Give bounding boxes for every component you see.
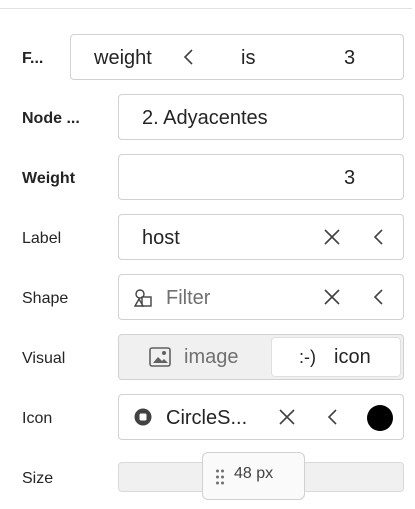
chevron-left-icon[interactable] [372, 227, 386, 247]
clear-icon[interactable] [322, 227, 342, 247]
icon-dropdown[interactable]: CircleS... [118, 394, 404, 440]
filter-value[interactable]: 3 [344, 46, 355, 70]
size-value: 48 px [234, 465, 274, 482]
visual-segmented-control[interactable]: image :-) icon [118, 334, 404, 380]
chevron-left-icon[interactable] [372, 287, 386, 307]
node-value: 2. Adyacentes [142, 107, 268, 129]
label-value: host [142, 227, 180, 249]
size-label: Size [22, 470, 54, 487]
circle-stop-icon [134, 408, 152, 426]
label-dropdown[interactable]: host [118, 214, 404, 260]
chevron-left-icon[interactable] [182, 47, 196, 67]
color-swatch[interactable] [367, 405, 393, 431]
weight-value: 3 [344, 167, 356, 189]
visual-option-icon-label: icon [334, 346, 371, 368]
weight-field[interactable]: 3 [118, 154, 404, 200]
smiley-icon: :-) [299, 347, 316, 367]
clear-icon[interactable] [322, 287, 342, 307]
top-divider [0, 8, 412, 9]
chevron-left-icon[interactable] [326, 407, 340, 427]
visual-label: Visual [22, 350, 66, 367]
shape-dropdown[interactable]: Filter [118, 274, 404, 320]
icon-value: CircleS... [166, 407, 248, 429]
shapes-icon [133, 288, 153, 308]
shape-placeholder: Filter [166, 287, 211, 309]
filter-field[interactable]: weight [94, 46, 152, 70]
filter-box[interactable]: weight is 3 [70, 34, 404, 80]
weight-label: Weight [22, 170, 76, 187]
filter-label: F... [22, 50, 44, 67]
node-field[interactable]: 2. Adyacentes [118, 94, 404, 140]
node-label: Node ... [22, 110, 80, 127]
clear-icon[interactable] [277, 407, 297, 427]
visual-option-icon[interactable]: :-) icon [271, 337, 401, 377]
visual-option-image-label: image [184, 346, 239, 368]
shape-label: Shape [22, 290, 69, 307]
filter-operator[interactable]: is [241, 46, 255, 70]
image-icon [149, 347, 171, 367]
icon-label: Icon [22, 410, 53, 427]
visual-option-image[interactable]: image [120, 336, 268, 378]
label-label: Label [22, 230, 62, 247]
size-slider-handle[interactable]: 48 px [202, 452, 305, 500]
drag-handle-icon[interactable] [215, 468, 225, 486]
